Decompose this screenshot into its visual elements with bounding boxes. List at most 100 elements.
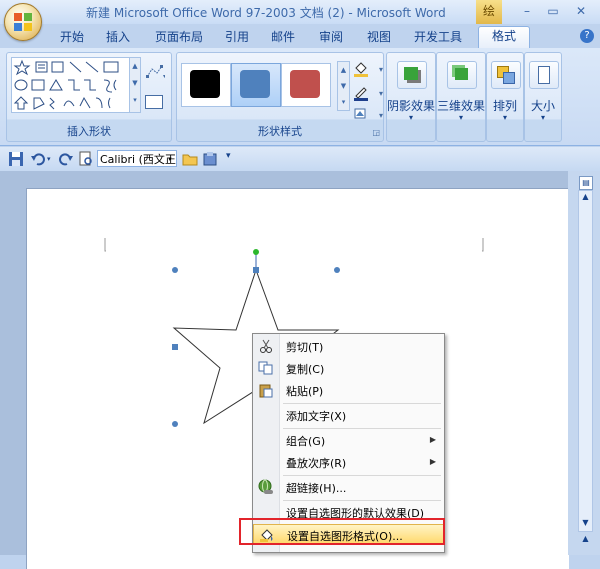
tab-home[interactable]: 开始: [56, 28, 88, 46]
help-icon[interactable]: ?: [580, 29, 594, 43]
menu-item-label: 组合(G): [286, 435, 326, 448]
macro-icon[interactable]: [202, 151, 218, 167]
group-shadow: 阴影效果 ▾: [386, 52, 436, 142]
chevron-down-icon: ▾: [458, 113, 463, 122]
group-shape-styles: ▲ ▼ ▾ ▾ ▾ ▾ 形状样式 ◲: [176, 52, 384, 142]
group-insert-shapes: ▲ ▼ ▾ ▾ 插入形状: [6, 52, 172, 142]
paste-icon: [259, 384, 273, 398]
arrange-icon: [491, 61, 521, 89]
style-swatch-red[interactable]: [281, 63, 331, 107]
change-shape-icon: [354, 108, 366, 119]
menu-item-label: 超链接(H)...: [286, 482, 347, 495]
menu-item-paste[interactable]: 粘贴(P): [253, 380, 444, 401]
tab-format[interactable]: 格式: [478, 26, 530, 49]
edit-shape-icon[interactable]: ▾: [145, 63, 165, 81]
shape-gallery[interactable]: [11, 57, 131, 113]
shape-styles-scrollbar[interactable]: ▲ ▼ ▾: [337, 61, 350, 111]
shadow-effects-label: 阴影效果: [387, 99, 436, 113]
tab-mailings[interactable]: 邮件: [268, 28, 298, 46]
chevron-down-icon: ▾: [502, 113, 507, 122]
resize-handle-top-right[interactable]: [334, 267, 340, 273]
resize-handle-top-left[interactable]: [172, 267, 178, 273]
shadow-effects-button[interactable]: 阴影效果 ▾: [387, 57, 435, 141]
close-button[interactable]: ✕: [570, 3, 592, 19]
undo-icon[interactable]: [30, 151, 46, 167]
redo-icon[interactable]: [58, 151, 74, 167]
customize-qat-icon[interactable]: ▾: [226, 151, 231, 161]
prev-page-arrow[interactable]: ▲: [578, 534, 593, 546]
menu-item-hyperlink[interactable]: 超链接(H)...: [253, 477, 444, 498]
text-box-icon[interactable]: [145, 95, 163, 109]
paint-bucket-icon: [354, 62, 368, 77]
size-label: 大小: [530, 99, 555, 113]
tab-references[interactable]: 引用: [222, 28, 252, 46]
menu-item-label: 剪切(T): [286, 341, 324, 354]
menu-separator: [283, 500, 441, 501]
tab-review[interactable]: 审阅: [316, 28, 346, 46]
menu-item-cut[interactable]: 剪切(T): [253, 336, 444, 357]
office-button[interactable]: [4, 3, 42, 41]
tab-view[interactable]: 视图: [364, 28, 394, 46]
margin-corner-top-left: [104, 238, 106, 252]
window-title: 新建 Microsoft Office Word 97-2003 文档 (2) …: [86, 6, 446, 20]
font-name-field[interactable]: Calibri (西文正文): [97, 150, 177, 167]
group-arrange: 排列 ▾: [486, 52, 524, 142]
chevron-down-icon: ▾: [540, 113, 545, 122]
arrange-label: 排列: [492, 99, 517, 113]
restore-button[interactable]: ▭: [542, 3, 564, 19]
rotate-handle[interactable]: [253, 249, 259, 255]
shape-fill-button[interactable]: ▾: [353, 61, 383, 79]
margin-corner-top-right: [482, 238, 484, 252]
pen-icon: [354, 87, 368, 101]
submenu-arrow-icon: ▶: [429, 435, 436, 444]
resize-handle-left[interactable]: [172, 344, 178, 350]
print-preview-icon[interactable]: [78, 151, 94, 167]
style-swatch-blue[interactable]: [231, 63, 281, 107]
office-logo-icon: [14, 13, 32, 31]
group-size: 大小 ▾: [524, 52, 562, 142]
tab-developer[interactable]: 开发工具: [410, 28, 466, 46]
3d-effects-label: 三维效果: [437, 99, 486, 113]
menu-item-add-text[interactable]: 添加文字(X): [253, 405, 444, 426]
tab-page-layout[interactable]: 页面布局: [152, 28, 206, 46]
ruler-toggle-icon[interactable]: ▤: [579, 176, 593, 190]
menu-separator: [283, 475, 441, 476]
minimize-button[interactable]: –: [516, 3, 538, 19]
submenu-arrow-icon: ▶: [429, 457, 436, 466]
shape-outline-button[interactable]: ▾: [353, 85, 383, 103]
menu-item-order[interactable]: 叠放次序(R) ▶: [253, 452, 444, 473]
menu-item-label: 粘贴(P): [286, 385, 324, 398]
tab-insert[interactable]: 插入: [102, 28, 134, 46]
quick-access-toolbar: ▾ Calibri (西文正文) ▾ ▾: [0, 147, 600, 171]
scissors-icon: [260, 339, 272, 353]
chevron-down-icon: ▾: [408, 113, 413, 122]
ribbon: ▲ ▼ ▾ ▾ 插入形状 ▲ ▼ ▾ ▾ ▾ ▾ 形状样式 ◲ 阴影效果 ▾ 三…: [0, 48, 600, 146]
size-button[interactable]: 大小 ▾: [525, 57, 561, 141]
highlight-annotation-box: [239, 518, 445, 545]
scroll-track[interactable]: [578, 190, 593, 532]
shape-gallery-icons: [13, 59, 119, 110]
title-bar: 新建 Microsoft Office Word 97-2003 文档 (2) …: [0, 0, 600, 24]
scroll-up-arrow[interactable]: ▲: [578, 192, 593, 204]
menu-separator: [283, 428, 441, 429]
resize-handle-top[interactable]: [253, 267, 259, 273]
dialog-launcher-icon[interactable]: ◲: [372, 128, 380, 137]
undo-dropdown-icon[interactable]: ▾: [47, 155, 51, 163]
shape-gallery-scrollbar[interactable]: ▲ ▼ ▾: [129, 57, 141, 113]
resize-handle-bottom-left[interactable]: [172, 421, 178, 427]
menu-item-group[interactable]: 组合(G) ▶: [253, 430, 444, 451]
save-icon[interactable]: [8, 151, 24, 167]
scroll-down-arrow[interactable]: ▼: [578, 518, 593, 530]
arrange-button[interactable]: 排列 ▾: [487, 57, 523, 141]
shadow-effects-icon: [397, 61, 427, 89]
group-3d: 三维效果 ▾: [436, 52, 486, 142]
menu-item-copy[interactable]: 复制(C): [253, 358, 444, 379]
style-swatch-black[interactable]: [181, 63, 231, 107]
font-dropdown-icon[interactable]: ▾: [168, 155, 172, 163]
copy-icon: [258, 361, 273, 375]
hyperlink-icon: [258, 479, 273, 494]
ribbon-tabs: 开始 插入 页面布局 引用 邮件 审阅 视图 开发工具 格式: [0, 24, 600, 49]
open-folder-icon[interactable]: [182, 151, 198, 167]
3d-effects-button[interactable]: 三维效果 ▾: [437, 57, 485, 141]
drawing-tools-context-label: 绘: [476, 0, 502, 24]
